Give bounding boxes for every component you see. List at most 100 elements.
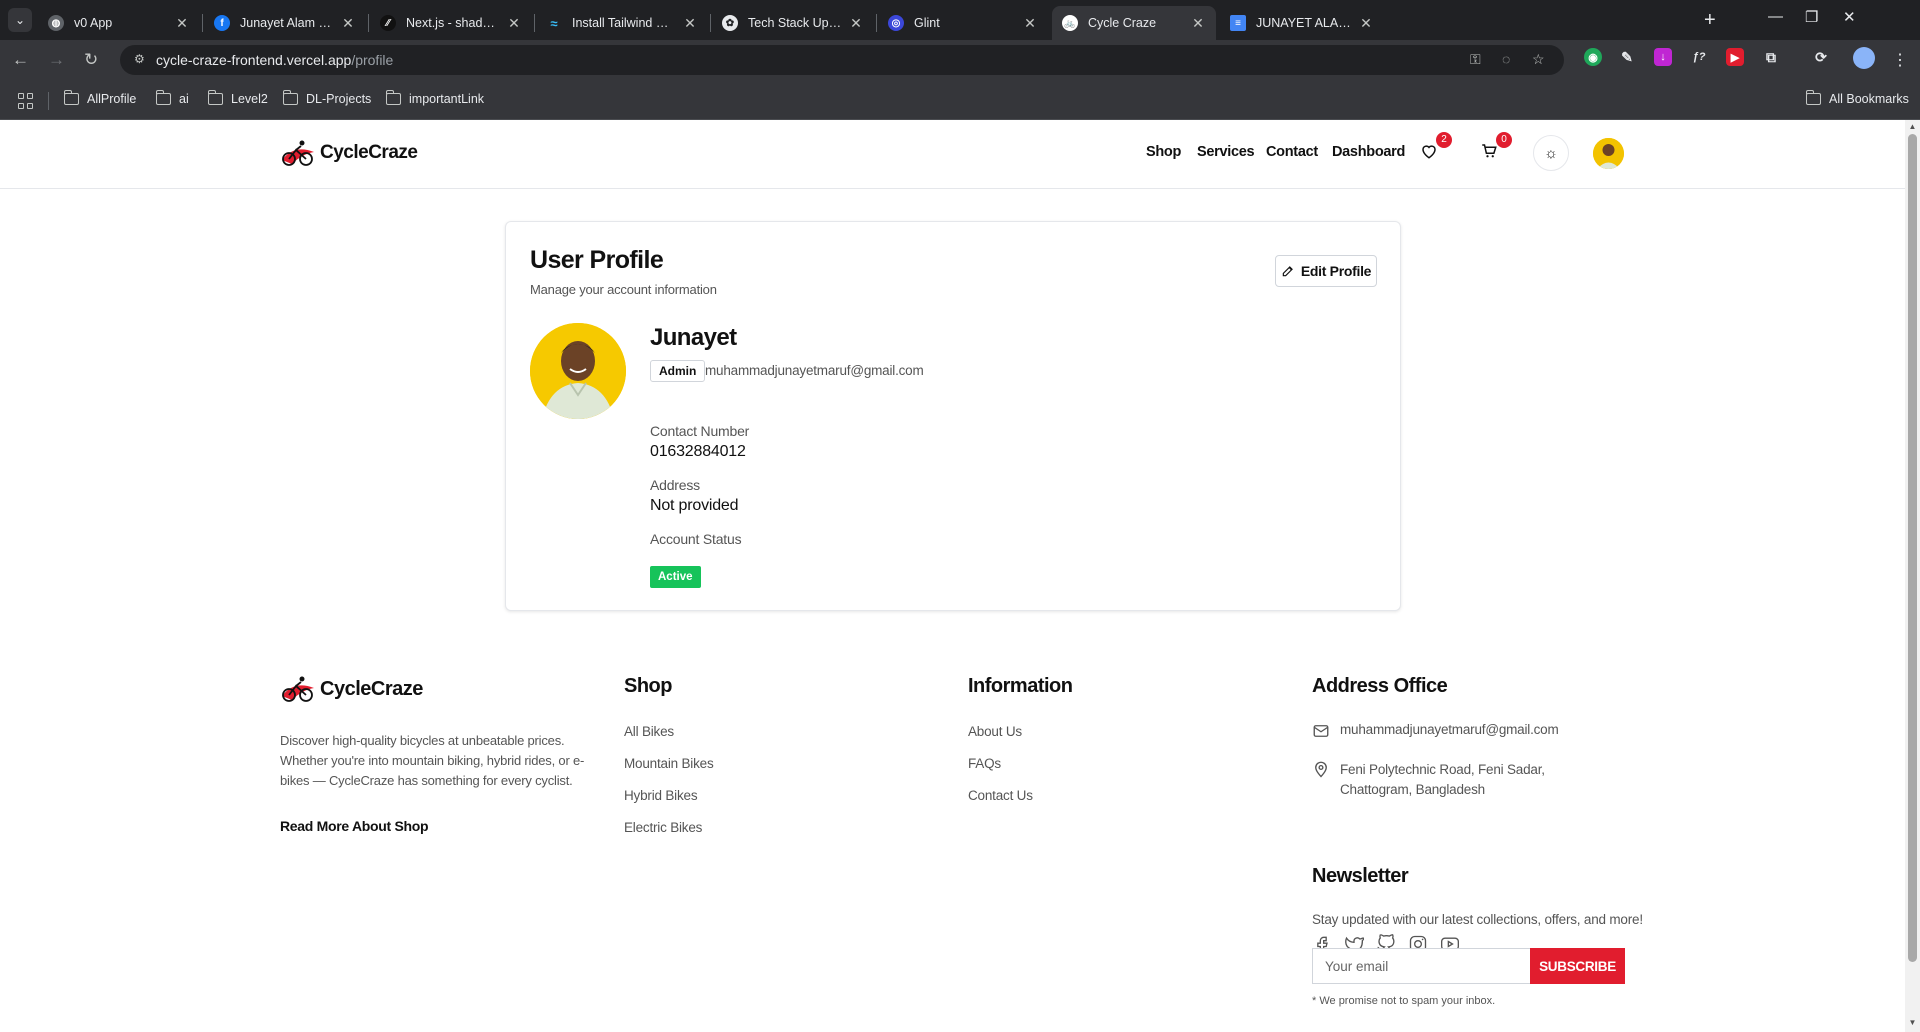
- browser-profile-avatar[interactable]: [1853, 47, 1875, 69]
- globe-icon: ◍: [48, 15, 64, 31]
- site-info-icon[interactable]: ⚙: [134, 52, 148, 66]
- browser-menu-icon[interactable]: ⋮: [1892, 50, 1908, 70]
- bookmark-folder[interactable]: AllProfile: [63, 90, 136, 106]
- restore-icon[interactable]: ❐: [1805, 8, 1818, 26]
- openai-icon: ✿: [722, 15, 738, 31]
- close-icon[interactable]: ✕: [174, 15, 190, 32]
- site-logo[interactable]: CycleCraze: [280, 138, 418, 168]
- footer-logo[interactable]: CycleCraze: [280, 674, 423, 704]
- cyclecraze-icon: 🚲: [1062, 15, 1078, 31]
- close-icon[interactable]: ✕: [340, 15, 356, 32]
- nav-services[interactable]: Services: [1197, 144, 1255, 160]
- page-viewport: CycleCraze Shop Services Contact Dashboa…: [0, 120, 1920, 1032]
- folder-icon: [63, 90, 79, 105]
- browser-tab[interactable]: ◍ v0 App ✕: [38, 6, 200, 40]
- new-tab-button[interactable]: +: [1704, 9, 1716, 32]
- extension-icon[interactable]: ◉: [1584, 48, 1602, 66]
- scroll-down-icon[interactable]: ▼: [1908, 1018, 1917, 1027]
- font-extension-icon[interactable]: ƒ?: [1690, 48, 1708, 66]
- extensions-puzzle-icon[interactable]: ⧉: [1762, 48, 1780, 66]
- bookmark-folder[interactable]: Level2: [207, 90, 268, 106]
- google-docs-icon: ≡: [1230, 15, 1246, 31]
- user-name: Junayet: [650, 324, 737, 351]
- edit-icon: [1282, 266, 1293, 277]
- cyclist-logo-icon: [282, 140, 314, 166]
- close-icon[interactable]: ✕: [1358, 15, 1374, 32]
- window-close-icon[interactable]: ✕: [1843, 8, 1856, 26]
- edit-profile-button[interactable]: Edit Profile: [1275, 255, 1377, 287]
- browser-tab[interactable]: ≈ Install Tailwind CSS with Ne ✕: [536, 6, 708, 40]
- eye-off-icon[interactable]: ◌: [1502, 51, 1510, 67]
- browser-tab[interactable]: ⁄⁄ Next.js - shadcn/ui ✕: [370, 6, 532, 40]
- footer-address: Feni Polytechnic Road, Feni Sadar, Chatt…: [1312, 760, 1612, 800]
- contact-number-label: Contact Number: [650, 423, 750, 439]
- theme-toggle-button[interactable]: ☼: [1533, 135, 1569, 171]
- subscribe-button[interactable]: SUBSCRIBE: [1530, 948, 1625, 984]
- performance-icon[interactable]: ⟳: [1812, 48, 1830, 66]
- shadcn-icon: ⁄⁄: [380, 15, 396, 31]
- footer-link-electric-bikes[interactable]: Electric Bikes: [624, 820, 702, 835]
- user-avatar[interactable]: [1593, 138, 1624, 169]
- browser-tab-bar: ⌄ ◍ v0 App ✕ f Junayet Alam | Facebook ✕…: [0, 0, 1920, 40]
- footer-address-heading: Address Office: [1312, 675, 1448, 697]
- footer-link-hybrid-bikes[interactable]: Hybrid Bikes: [624, 788, 698, 803]
- footer-link-faqs[interactable]: FAQs: [968, 756, 1001, 771]
- footer-link-mountain-bikes[interactable]: Mountain Bikes: [624, 756, 714, 771]
- browser-tab[interactable]: ◎ Glint ✕: [878, 6, 1048, 40]
- profile-photo-image: [530, 323, 626, 419]
- read-more-link[interactable]: Read More About Shop: [280, 818, 429, 834]
- password-key-icon[interactable]: ⚿: [1470, 51, 1481, 68]
- folder-icon: [385, 90, 401, 105]
- close-icon[interactable]: ✕: [848, 15, 864, 32]
- close-icon[interactable]: ✕: [1190, 15, 1206, 32]
- bookmark-folder[interactable]: DL-Projects: [282, 90, 371, 106]
- folder-icon: [1805, 90, 1821, 105]
- page-scrollbar[interactable]: ▲ ▼: [1905, 120, 1920, 1032]
- footer-link-about-us[interactable]: About Us: [968, 724, 1022, 739]
- download-extension-icon[interactable]: ↓: [1654, 48, 1672, 66]
- bookmark-folder[interactable]: ai: [155, 90, 189, 106]
- footer-link-all-bikes[interactable]: All Bikes: [624, 724, 674, 739]
- scrollbar-thumb[interactable]: [1908, 134, 1917, 962]
- scroll-up-icon[interactable]: ▲: [1908, 122, 1917, 131]
- back-icon[interactable]: ←: [12, 50, 29, 70]
- footer-brand-name: CycleCraze: [320, 677, 423, 700]
- forward-icon[interactable]: →: [48, 50, 65, 70]
- tab-search-button[interactable]: ⌄: [8, 8, 32, 32]
- nav-contact[interactable]: Contact: [1266, 144, 1318, 160]
- browser-tab[interactable]: f Junayet Alam | Facebook ✕: [204, 6, 366, 40]
- close-icon[interactable]: ✕: [1022, 15, 1038, 32]
- contact-number-value: 01632884012: [650, 443, 746, 460]
- footer-description: Discover high-quality bicycles at unbeat…: [280, 733, 585, 788]
- apps-grid-icon[interactable]: [18, 93, 34, 109]
- minimize-icon[interactable]: —: [1768, 8, 1783, 25]
- nav-shop[interactable]: Shop: [1146, 144, 1181, 160]
- footer-email[interactable]: muhammadjunayetmaruf@gmail.com: [1312, 722, 1559, 740]
- map-pin-icon: [1315, 761, 1327, 778]
- close-icon[interactable]: ✕: [682, 15, 698, 32]
- address-bar[interactable]: ⚙ cycle-craze-frontend.vercel.app/profil…: [120, 45, 1564, 75]
- url-text[interactable]: cycle-craze-frontend.vercel.app/profile: [156, 52, 393, 68]
- video-extension-icon[interactable]: ▶: [1726, 48, 1744, 66]
- reload-icon[interactable]: ↻: [84, 50, 98, 70]
- page-subtitle: Manage your account information: [530, 282, 717, 297]
- nav-dashboard[interactable]: Dashboard: [1332, 144, 1405, 160]
- bookmark-folder[interactable]: importantLink: [385, 90, 484, 106]
- brand-name: CycleCraze: [320, 142, 418, 163]
- browser-tab[interactable]: ≡ JUNAYET ALAM - Google ✕: [1220, 6, 1384, 40]
- newsletter-email-input[interactable]: [1312, 948, 1530, 984]
- browser-tab-active[interactable]: 🚲 Cycle Craze ✕: [1052, 6, 1216, 40]
- folder-icon: [155, 90, 171, 105]
- cart-count-badge: 0: [1496, 132, 1512, 148]
- role-badge: Admin: [650, 360, 706, 382]
- wishlist-button[interactable]: 2: [1420, 132, 1452, 164]
- cart-button[interactable]: 0: [1480, 132, 1512, 164]
- all-bookmarks[interactable]: All Bookmarks: [1805, 90, 1909, 106]
- eyedropper-icon[interactable]: ✎: [1618, 48, 1636, 66]
- footer-link-contact-us[interactable]: Contact Us: [968, 788, 1033, 803]
- address-label: Address: [650, 477, 700, 493]
- browser-tab[interactable]: ✿ Tech Stack Update ✕: [712, 6, 874, 40]
- bookmark-star-icon[interactable]: ☆: [1532, 51, 1545, 68]
- close-icon[interactable]: ✕: [506, 15, 522, 32]
- folder-icon: [207, 90, 223, 105]
